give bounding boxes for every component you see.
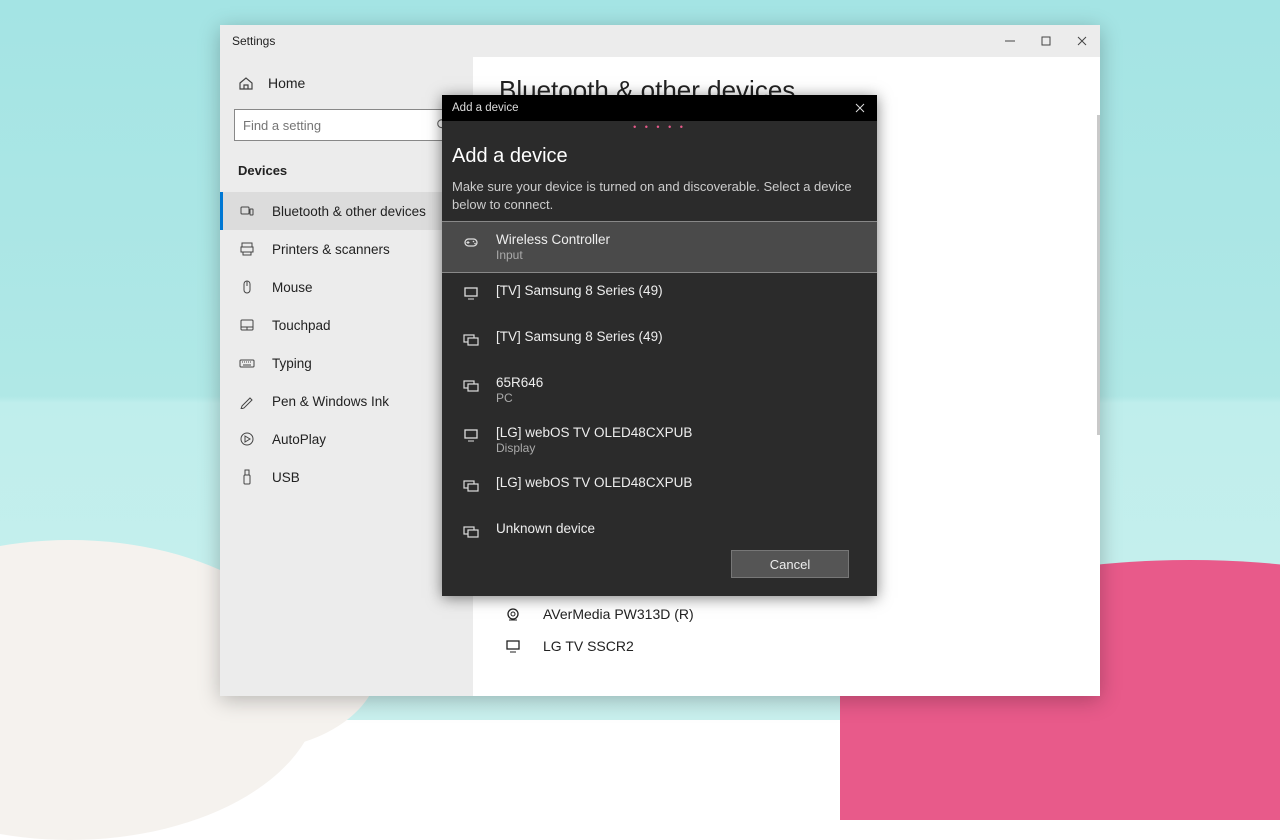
sidebar-item-touchpad[interactable]: Touchpad (220, 306, 473, 344)
device-list: Wireless ControllerInput [TV] Samsung 8 S… (442, 221, 877, 538)
discoverable-device-row[interactable]: Wireless ControllerInput (442, 221, 877, 273)
sidebar-item-label: USB (272, 470, 300, 485)
device-row[interactable]: LG TV SSCR2 (499, 630, 1074, 662)
display-multi-icon (460, 375, 482, 393)
home-icon (238, 75, 254, 91)
display-multi-icon (460, 329, 482, 347)
sidebar-item-label: Mouse (272, 280, 313, 295)
device-name: Wireless Controller (496, 232, 610, 247)
printer-icon (238, 241, 256, 257)
sidebar-item-printers[interactable]: Printers & scanners (220, 230, 473, 268)
sidebar-section-label: Devices (220, 155, 473, 192)
devices-icon (238, 203, 256, 219)
device-name: AVerMedia PW313D (R) (543, 606, 694, 622)
sidebar-item-typing[interactable]: Typing (220, 344, 473, 382)
dialog-close-button[interactable] (843, 95, 877, 121)
dialog-title: Add a device (452, 102, 519, 114)
device-row[interactable]: AVerMedia PW313D (R) (499, 598, 1074, 630)
device-name: [LG] webOS TV OLED48CXPUB (496, 475, 692, 490)
add-device-dialog: Add a device • • • • • Add a device Make… (442, 95, 877, 596)
display-multi-icon (460, 521, 482, 538)
sidebar-home[interactable]: Home (220, 67, 473, 99)
sidebar-item-mouse[interactable]: Mouse (220, 268, 473, 306)
device-type: Display (496, 441, 692, 455)
scrollbar[interactable] (1097, 115, 1100, 435)
keyboard-icon (238, 355, 256, 371)
display-multi-icon (460, 475, 482, 493)
device-name: Unknown device (496, 521, 595, 536)
discoverable-device-row[interactable]: 65R646PC (442, 365, 877, 415)
gamepad-icon (460, 232, 482, 250)
search-input[interactable] (243, 118, 436, 133)
sidebar-item-label: AutoPlay (272, 432, 326, 447)
device-type: PC (496, 391, 543, 405)
window-titlebar: Settings (220, 25, 1100, 57)
dialog-subtitle: Make sure your device is turned on and d… (452, 178, 867, 213)
sidebar-item-pen[interactable]: Pen & Windows Ink (220, 382, 473, 420)
discoverable-device-row[interactable]: Unknown device (442, 511, 877, 538)
sidebar-home-label: Home (268, 75, 305, 91)
autoplay-icon (238, 431, 256, 447)
settings-sidebar: Home Devices Bluetooth & other devices Pr… (220, 57, 473, 696)
search-box[interactable] (234, 109, 459, 141)
camera-icon (499, 606, 527, 622)
maximize-button[interactable] (1028, 25, 1064, 57)
cancel-button[interactable]: Cancel (731, 550, 849, 578)
device-name: 65R646 (496, 375, 543, 390)
touchpad-icon (238, 317, 256, 333)
discoverable-device-row[interactable]: [LG] webOS TV OLED48CXPUB (442, 465, 877, 511)
mouse-icon (238, 279, 256, 295)
device-name: LG TV SSCR2 (543, 638, 634, 654)
monitor-icon (499, 638, 527, 654)
dialog-heading: Add a device (452, 145, 867, 168)
pen-icon (238, 393, 256, 409)
sidebar-item-bluetooth[interactable]: Bluetooth & other devices (220, 192, 473, 230)
sidebar-item-label: Printers & scanners (272, 242, 390, 257)
device-type: Input (496, 248, 610, 262)
discoverable-device-row[interactable]: [TV] Samsung 8 Series (49) (442, 273, 877, 319)
monitor-icon (460, 425, 482, 443)
sidebar-item-autoplay[interactable]: AutoPlay (220, 420, 473, 458)
close-button[interactable] (1064, 25, 1100, 57)
sidebar-item-label: Touchpad (272, 318, 331, 333)
device-name: [TV] Samsung 8 Series (49) (496, 329, 663, 344)
sidebar-item-label: Typing (272, 356, 312, 371)
minimize-button[interactable] (992, 25, 1028, 57)
usb-icon (238, 469, 256, 485)
discoverable-device-row[interactable]: [LG] webOS TV OLED48CXPUBDisplay (442, 415, 877, 465)
dialog-titlebar: Add a device (442, 95, 877, 121)
sidebar-item-label: Bluetooth & other devices (272, 204, 426, 219)
device-name: [TV] Samsung 8 Series (49) (496, 283, 663, 298)
device-name: [LG] webOS TV OLED48CXPUB (496, 425, 692, 440)
sidebar-item-label: Pen & Windows Ink (272, 394, 389, 409)
cancel-button-label: Cancel (770, 557, 810, 572)
monitor-icon (460, 283, 482, 301)
sidebar-item-usb[interactable]: USB (220, 458, 473, 496)
discoverable-device-row[interactable]: [TV] Samsung 8 Series (49) (442, 319, 877, 365)
window-title: Settings (232, 34, 275, 48)
progress-dots: • • • • • (442, 122, 877, 132)
